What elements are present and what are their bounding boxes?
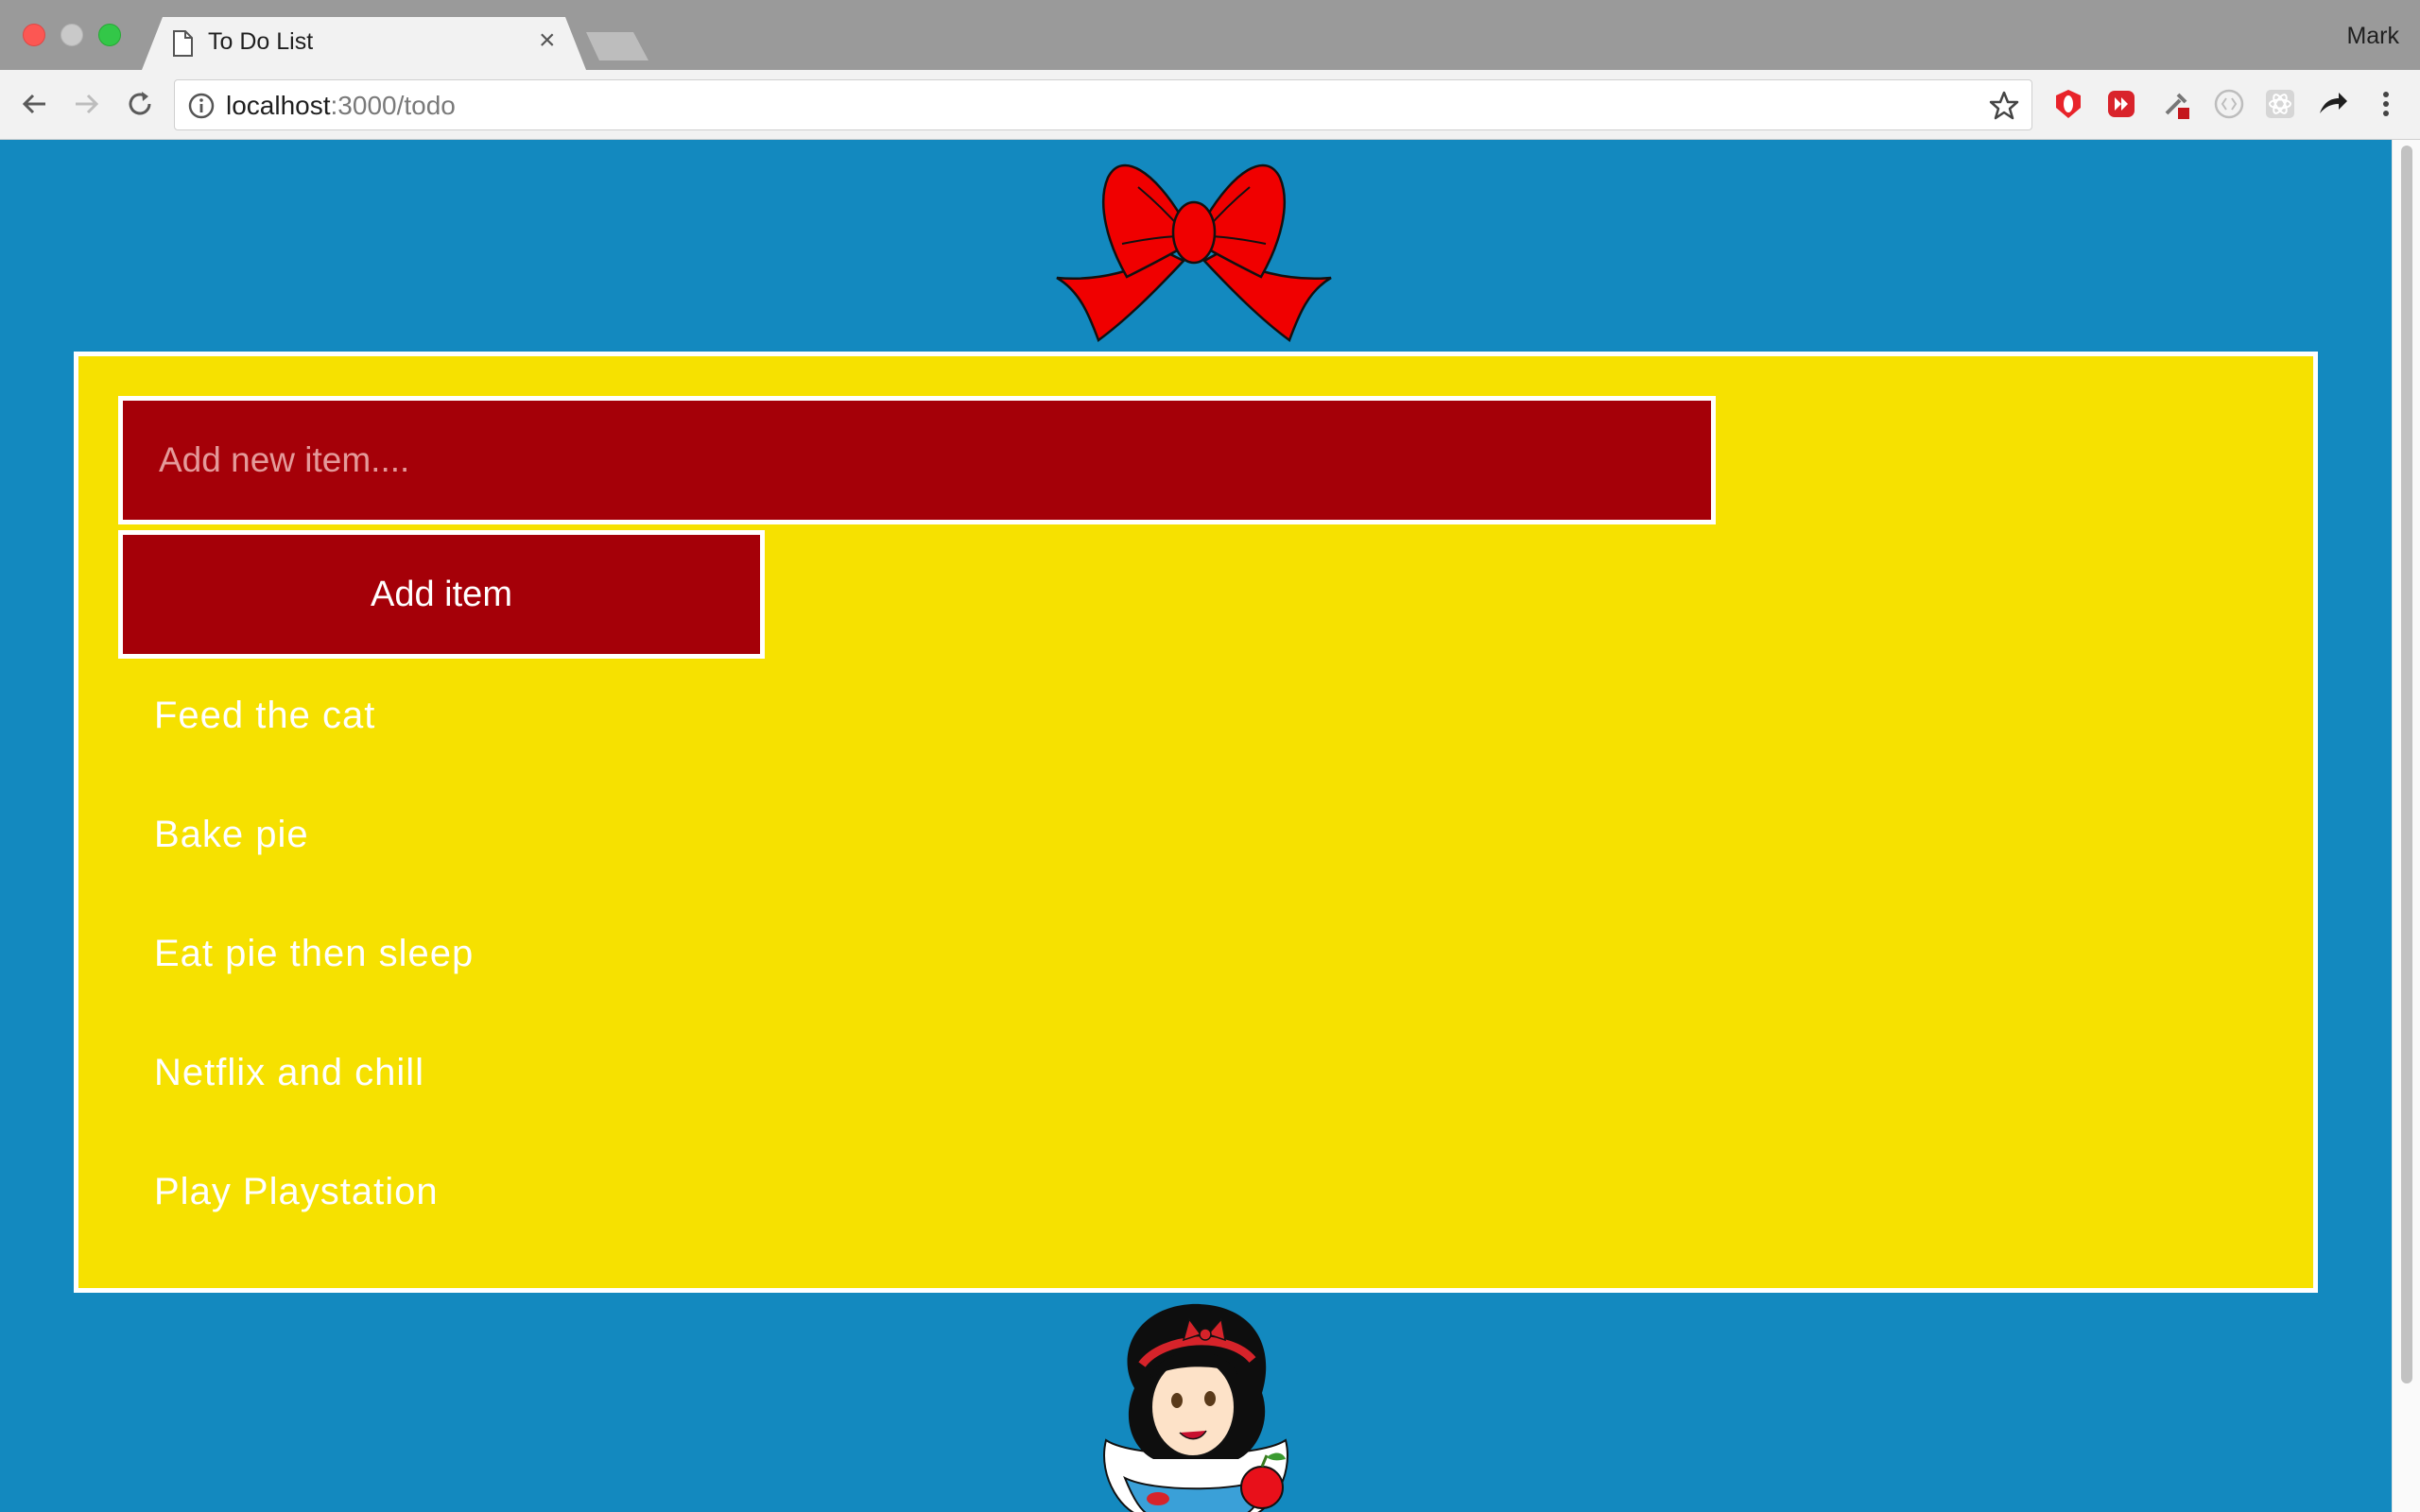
profile-name[interactable]: Mark	[2346, 23, 2399, 50]
window-minimize-button[interactable]	[60, 24, 83, 46]
add-item-button[interactable]: Add item	[118, 530, 765, 659]
address-bar[interactable]: localhost:3000/todo	[174, 79, 2032, 130]
url-text[interactable]: localhost:3000/todo	[226, 91, 456, 121]
todo-item[interactable]: Feed the cat	[154, 687, 474, 806]
scrollbar-thumb[interactable]	[2401, 146, 2412, 1383]
document-icon	[173, 30, 193, 57]
new-tab-button[interactable]	[586, 32, 648, 60]
new-item-input[interactable]	[118, 396, 1716, 524]
play-extension-icon[interactable]	[2104, 87, 2138, 121]
star-icon[interactable]	[1988, 90, 2020, 122]
kebab-menu-icon[interactable]	[2369, 87, 2403, 121]
window-close-button[interactable]	[23, 24, 45, 46]
page-content: Add item Feed the cat Bake pie Eat pie t…	[0, 140, 2392, 1512]
todo-list: Feed the cat Bake pie Eat pie then sleep…	[154, 687, 474, 1282]
react-extension-icon[interactable]	[2263, 87, 2297, 121]
red-bow-image	[1056, 163, 1332, 342]
url-host: localhost	[226, 91, 331, 120]
todo-item[interactable]: Eat pie then sleep	[154, 925, 474, 1044]
reload-icon[interactable]	[123, 87, 157, 121]
todo-panel: Add item Feed the cat Bake pie Eat pie t…	[74, 352, 2318, 1293]
browser-toolbar: localhost:3000/todo	[0, 70, 2420, 140]
opera-extension-icon[interactable]	[2051, 87, 2085, 121]
page-scrollbar[interactable]	[2392, 140, 2420, 1512]
todo-item[interactable]: Bake pie	[154, 806, 474, 925]
browser-titlebar: To Do List × Mark	[0, 0, 2420, 70]
tab-close-icon[interactable]: ×	[539, 26, 556, 55]
todo-item[interactable]: Play Playstation	[154, 1163, 474, 1282]
share-arrow-icon[interactable]	[2316, 87, 2350, 121]
forward-arrow-icon[interactable]	[70, 87, 104, 121]
url-path: :3000/todo	[330, 91, 456, 120]
code-extension-icon[interactable]	[2212, 87, 2246, 121]
window-zoom-button[interactable]	[98, 24, 121, 46]
todo-item[interactable]: Netflix and chill	[154, 1044, 474, 1163]
info-icon[interactable]	[188, 93, 215, 119]
back-arrow-icon[interactable]	[17, 87, 51, 121]
browser-tab[interactable]: To Do List ×	[142, 17, 586, 70]
tab-title: To Do List	[208, 28, 314, 55]
eyedropper-extension-icon[interactable]	[2159, 87, 2193, 121]
snow-white-image	[1103, 1303, 1288, 1512]
